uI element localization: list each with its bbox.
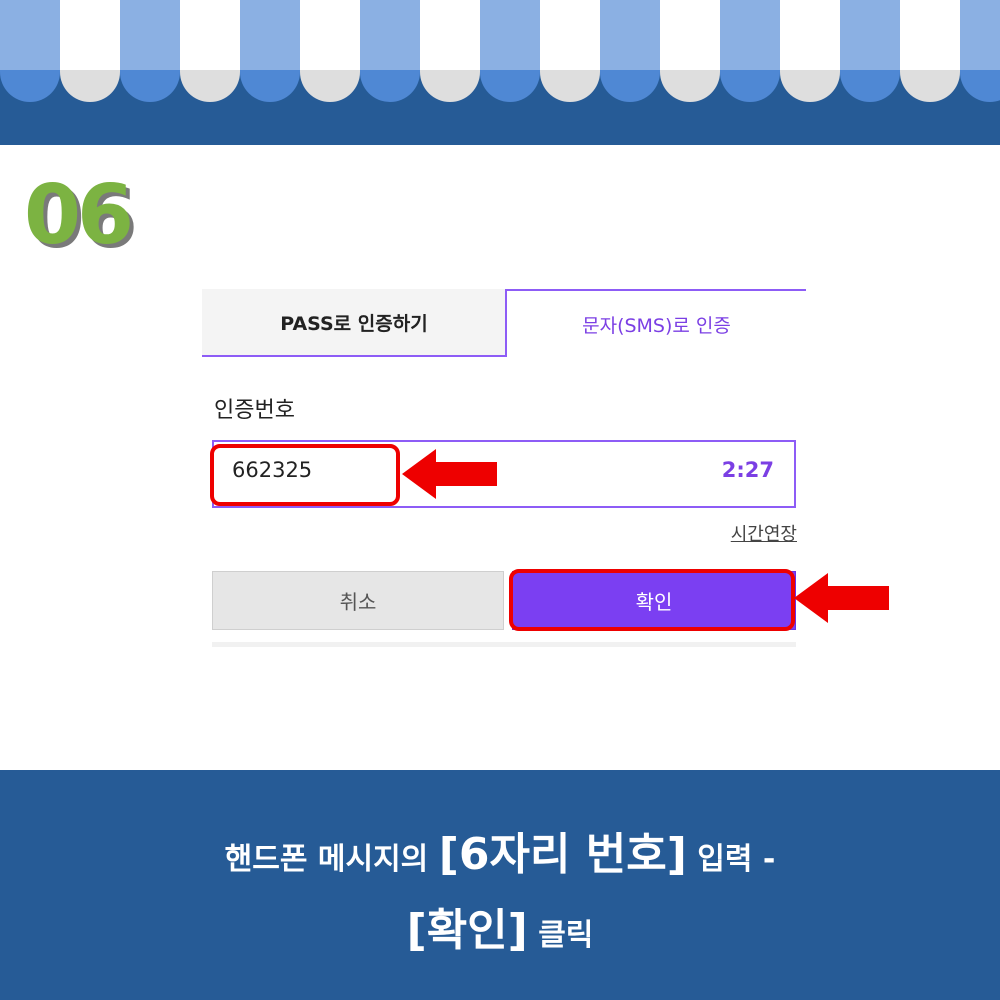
instruction-banner: 핸드폰 메시지의 [6자리 번호] 입력 - [확인] 클릭 [0,770,1000,1000]
tab-sms-auth[interactable]: 문자(SMS)로 인증 [505,289,806,357]
left-pointing-arrow-icon [402,449,497,499]
instruction-line-1-emphasis: [6자리 번호] [438,829,687,880]
cancel-button[interactable]: 취소 [212,571,504,630]
instruction-line-2-suffix: 클릭 [527,918,594,953]
instruction-line-2-emphasis: [확인] [406,905,528,956]
instruction-line-2: [확인] 클릭 [0,894,1000,958]
confirm-highlight-box [509,569,795,631]
left-pointing-arrow-icon [794,573,889,623]
extend-time-link[interactable]: 시간연장 [731,520,797,546]
step-number: 06 [24,168,134,263]
tab-pass-auth-label: PASS로 인증하기 [280,312,428,335]
instruction-line-1-suffix: 입력 - [686,842,776,877]
tab-sms-auth-label: 문자(SMS)로 인증 [582,314,731,337]
instruction-line-1: 핸드폰 메시지의 [6자리 번호] 입력 - [0,818,1000,882]
code-highlight-box [210,444,400,506]
countdown-timer: 2:27 [721,458,774,482]
form-divider [212,642,796,647]
tab-pass-auth[interactable]: PASS로 인증하기 [202,289,506,357]
instruction-line-1-prefix: 핸드폰 메시지의 [224,842,439,877]
code-field-label: 인증번호 [214,398,295,423]
awning-header [0,0,1000,145]
